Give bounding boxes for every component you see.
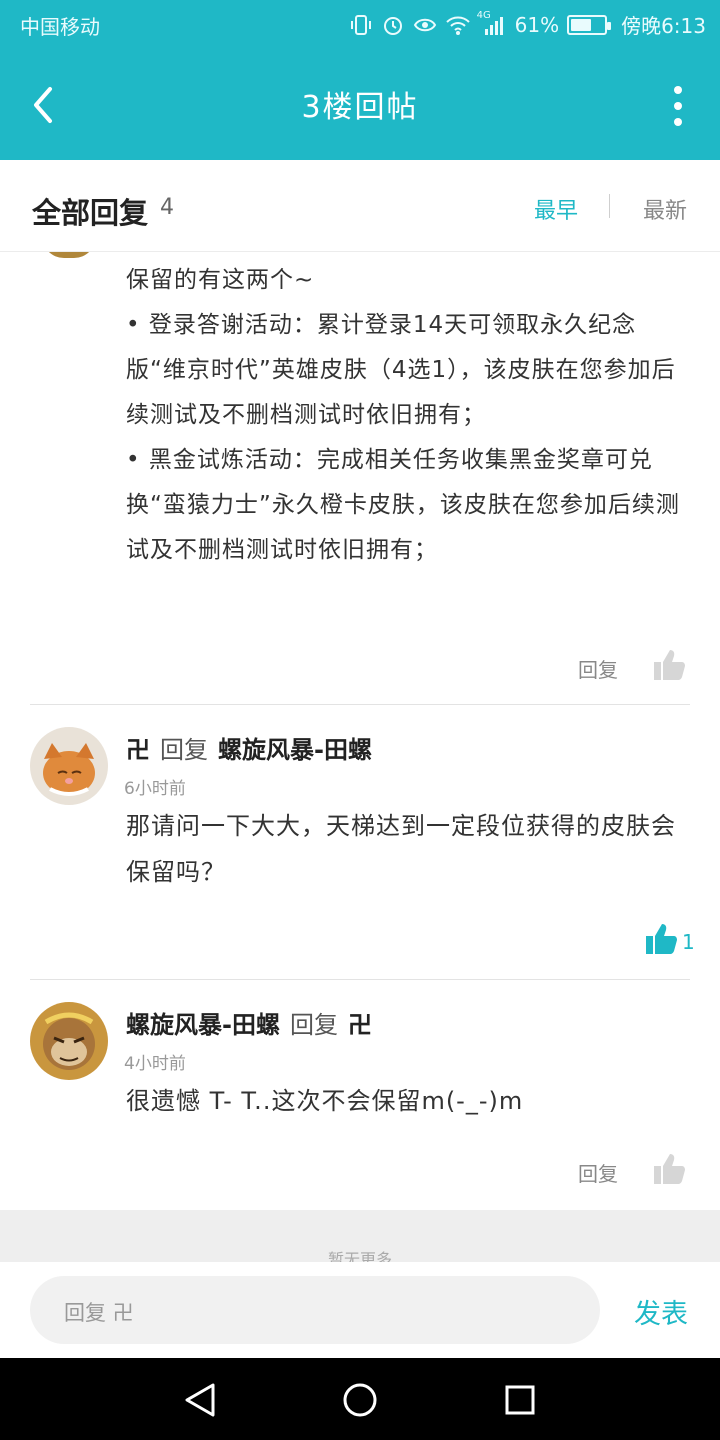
reply-verb: 回复 (289, 1011, 338, 1039)
carrier-label: 中国移动 (20, 15, 100, 39)
author-name[interactable]: 卍 (126, 736, 150, 764)
circle-home-icon (343, 1383, 377, 1417)
avatar[interactable] (30, 727, 108, 805)
eye-icon (413, 14, 437, 36)
clock: 傍晚6:13 (621, 14, 706, 38)
no-more-hint: 暂无更多 (327, 1250, 392, 1262)
reply-button[interactable]: 回复 (578, 1158, 618, 1187)
reply-body: 那请问一下大大，天梯达到一定段位获得的皮肤会保留吗？ (126, 812, 676, 886)
battery-icon (567, 14, 612, 35)
triangle-back-icon (185, 1383, 215, 1417)
reply-list[interactable]: 保留的有这两个~ • 登录答谢活动：累计登录14天可领取永久纪念版“维京时代”英… (0, 252, 720, 1210)
alarm-icon (381, 14, 405, 36)
vibrate-icon (349, 14, 373, 36)
battery-percent: 61% (514, 12, 560, 37)
list-footer: 暂无更多 (0, 1210, 720, 1262)
reply-paragraph: • 登录答谢活动：累计登录14天可领取永久纪念版“维京时代”英雄皮肤（4选1），… (126, 312, 676, 428)
square-recents-icon (505, 1385, 535, 1415)
signal-icon: 4G (477, 10, 507, 36)
tab-divider (609, 194, 610, 218)
more-vertical-icon (674, 86, 682, 94)
all-replies-label: 全部回复 (32, 196, 149, 230)
reply-input[interactable]: 回复 卍 (30, 1276, 600, 1344)
wifi-icon (445, 14, 470, 36)
reply-body: 很遗憾 T- T..这次不会保留m(-_-)m (126, 1087, 524, 1115)
avatar[interactable] (30, 1002, 108, 1080)
thumbs-up-icon[interactable] (652, 1152, 686, 1186)
reply-button[interactable]: 回复 (578, 654, 618, 683)
send-button[interactable]: 发表 (634, 1292, 688, 1331)
reply-count: 4 (160, 195, 174, 220)
monkey-avatar-image (30, 1002, 108, 1080)
tab-latest[interactable]: 最新 (643, 193, 687, 225)
reply-header: 螺旋风暴-田螺 回复卍 (126, 1005, 372, 1040)
nav-recents-button[interactable] (498, 1378, 542, 1422)
thumbs-up-icon[interactable] (644, 922, 678, 956)
author-name[interactable]: 螺旋风暴-田螺 (126, 1011, 280, 1039)
kitten-avatar-image (30, 727, 108, 805)
divider (30, 704, 690, 705)
reply-filter-bar: 全部回复 4 最早 最新 (0, 160, 720, 252)
nav-home-button[interactable] (338, 1378, 382, 1422)
like-count: 1 (682, 930, 695, 954)
reply-paragraph: • 黑金试炼活动：完成相关任务收集黑金奖章可兑换“蛮猿力士”永久橙卡皮肤，该皮肤… (126, 447, 680, 563)
app-bar: 3楼回帖 (0, 48, 720, 160)
reply-body: 保留的有这两个~ • 登录答谢活动：累计登录14天可领取永久纪念版“维京时代”英… (126, 258, 686, 573)
nav-back-button[interactable] (178, 1378, 222, 1422)
thumbs-up-icon[interactable] (652, 648, 686, 682)
more-button[interactable] (666, 86, 690, 126)
reply-composer: 回复 卍 发表 (0, 1262, 720, 1358)
status-bar: 中国移动 4G 61% 傍晚6:13 (0, 0, 720, 48)
target-name[interactable]: 螺旋风暴-田螺 (218, 736, 372, 764)
status-icons: 4G 61% 傍晚6:13 (349, 10, 706, 39)
reply-verb: 回复 (160, 736, 208, 764)
tab-earliest[interactable]: 最早 (534, 193, 578, 225)
avatar[interactable] (42, 252, 96, 258)
reply-header: 卍回复 螺旋风暴-田螺 (126, 730, 372, 765)
reply-paragraph: 保留的有这两个~ (126, 267, 315, 293)
system-nav-bar (0, 1358, 720, 1440)
reply-time: 4小时前 (124, 1054, 186, 1074)
divider (30, 979, 690, 980)
battery-fill (571, 18, 592, 31)
reply-time: 6小时前 (124, 779, 186, 799)
page-title: 3楼回帖 (301, 90, 419, 125)
target-name[interactable]: 卍 (348, 1011, 372, 1039)
network-type-label: 4G (476, 9, 491, 21)
